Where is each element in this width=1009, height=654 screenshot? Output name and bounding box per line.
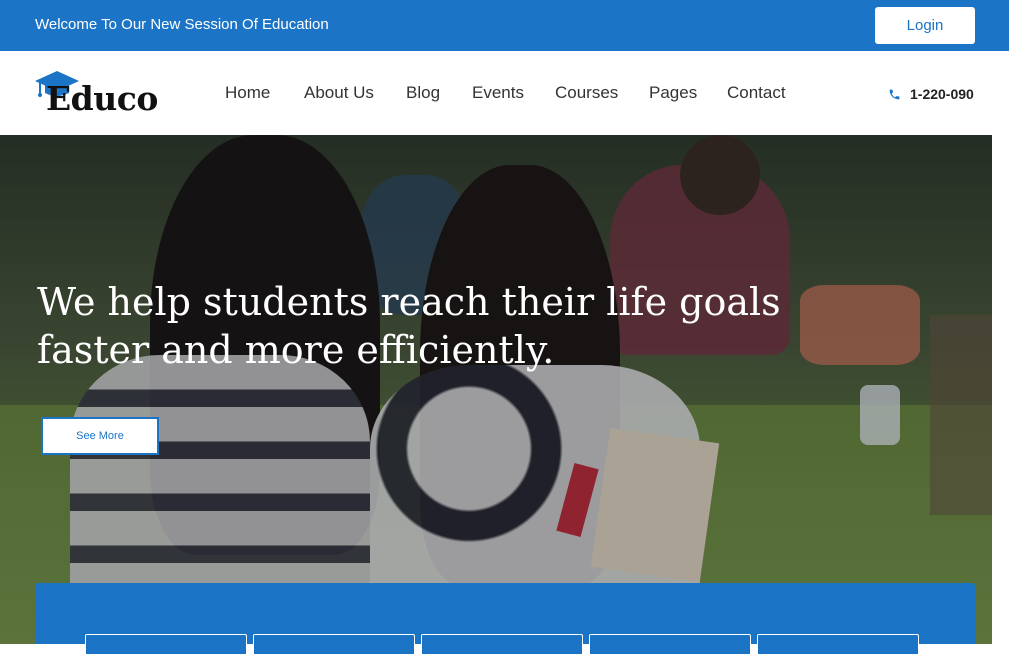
hero-headline-line-2: faster and more efficiently. (37, 328, 555, 372)
nav-events[interactable]: Events (472, 83, 524, 103)
search-field-2[interactable] (253, 634, 415, 654)
phone-contact[interactable]: 1-220-090 (888, 86, 974, 102)
login-button[interactable]: Login (875, 7, 975, 44)
nav-home[interactable]: Home (225, 83, 270, 103)
nav-contact[interactable]: Contact (727, 83, 786, 103)
hero-headline-line-1: We help students reach their life goals (37, 280, 781, 324)
see-more-button[interactable]: See More (41, 417, 159, 455)
course-search-panel (35, 583, 975, 654)
hero-headline: We help students reach their life goals … (37, 278, 817, 374)
search-field-5[interactable] (757, 634, 919, 654)
phone-number: 1-220-090 (910, 86, 974, 102)
search-field-4[interactable] (589, 634, 751, 654)
hero-section: We help students reach their life goals … (0, 135, 992, 644)
nav-about-us[interactable]: About Us (304, 83, 374, 103)
search-field-1[interactable] (85, 634, 247, 654)
site-logo[interactable]: Educo (34, 69, 174, 121)
hero-overlay (0, 135, 992, 644)
search-field-3[interactable] (421, 634, 583, 654)
nav-courses[interactable]: Courses (555, 83, 618, 103)
site-header: Educo Home About Us Blog Events Courses … (0, 51, 1009, 135)
nav-blog[interactable]: Blog (406, 83, 440, 103)
nav-pages[interactable]: Pages (649, 83, 697, 103)
page-scroll-gutter (992, 135, 1009, 644)
brand-name: Educo (46, 79, 158, 118)
phone-icon (889, 89, 900, 99)
top-bar: Welcome To Our New Session Of Education … (0, 0, 1009, 51)
welcome-message: Welcome To Our New Session Of Education (35, 16, 329, 33)
